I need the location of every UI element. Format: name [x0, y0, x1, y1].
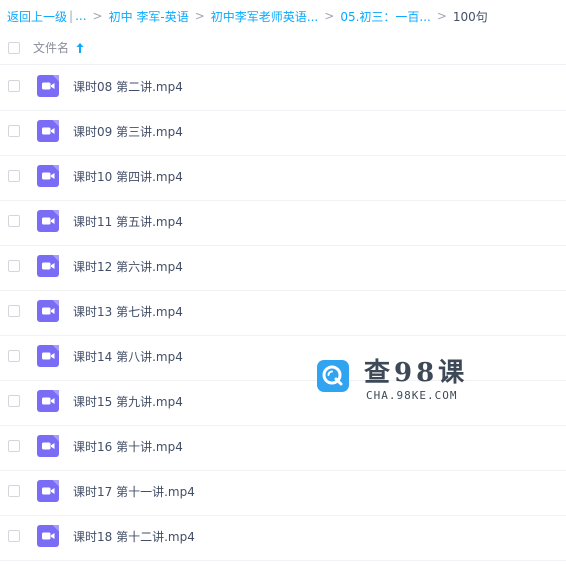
file-row[interactable]: 课时09 第三讲.mp4: [0, 110, 566, 156]
row-checkbox[interactable]: [8, 170, 20, 182]
row-checkbox[interactable]: [8, 440, 20, 452]
video-file-icon: [37, 435, 59, 457]
row-checkbox[interactable]: [8, 530, 20, 542]
row-checkbox[interactable]: [8, 485, 20, 497]
back-link[interactable]: 返回上一级: [7, 8, 67, 25]
breadcrumb-ellipsis[interactable]: ...: [75, 9, 86, 23]
breadcrumb-current: 100句: [452, 9, 488, 24]
video-file-icon: [37, 480, 59, 502]
file-name[interactable]: 课时09 第三讲.mp4: [73, 110, 183, 154]
file-row[interactable]: 课时18 第十二讲.mp4: [0, 515, 566, 561]
watermark-title: 查98课: [364, 358, 469, 388]
file-row[interactable]: 课时17 第十一讲.mp4: [0, 470, 566, 516]
column-filename-label: 文件名: [33, 41, 70, 55]
video-file-icon: [37, 75, 59, 97]
row-checkbox[interactable]: [8, 215, 20, 227]
file-row[interactable]: 课时13 第七讲.mp4: [0, 290, 566, 336]
file-name[interactable]: 课时17 第十一讲.mp4: [73, 470, 195, 514]
file-row[interactable]: 课时14 第八讲.mp4: [0, 335, 566, 381]
file-list-header: 文件名: [0, 32, 566, 65]
column-filename[interactable]: 文件名: [33, 32, 85, 64]
breadcrumb-item-2[interactable]: 初中李军老师英语...: [211, 8, 318, 25]
file-row[interactable]: 课时15 第九讲.mp4: [0, 380, 566, 426]
file-row[interactable]: 课时10 第四讲.mp4: [0, 155, 566, 201]
breadcrumb-item-1[interactable]: 初中 李军-英语: [109, 8, 189, 25]
row-checkbox[interactable]: [8, 260, 20, 272]
video-file-icon: [37, 120, 59, 142]
breadcrumb-arrow: >: [324, 9, 335, 23]
video-file-icon: [37, 525, 59, 547]
file-row[interactable]: 课时12 第六讲.mp4: [0, 245, 566, 291]
file-name[interactable]: 课时15 第九讲.mp4: [73, 380, 183, 424]
select-all-checkbox[interactable]: [8, 42, 20, 54]
video-file-icon: [37, 210, 59, 232]
breadcrumb-arrow: >: [436, 9, 447, 23]
file-name[interactable]: 课时16 第十讲.mp4: [73, 425, 183, 469]
file-name[interactable]: 课时08 第二讲.mp4: [73, 65, 183, 109]
file-row[interactable]: 课时16 第十讲.mp4: [0, 425, 566, 471]
file-name[interactable]: 课时11 第五讲.mp4: [73, 200, 183, 244]
row-checkbox[interactable]: [8, 80, 20, 92]
video-file-icon: [37, 255, 59, 277]
watermark-subtitle: CHA.98KE.COM: [366, 389, 458, 402]
file-name[interactable]: 课时14 第八讲.mp4: [73, 335, 183, 379]
row-checkbox[interactable]: [8, 350, 20, 362]
file-name[interactable]: 课时10 第四讲.mp4: [73, 155, 183, 199]
breadcrumb-divider: |: [69, 9, 74, 23]
row-checkbox[interactable]: [8, 395, 20, 407]
video-file-icon: [37, 165, 59, 187]
file-row[interactable]: 课时11 第五讲.mp4: [0, 200, 566, 246]
breadcrumb-item-3[interactable]: 05.初三：一百...: [340, 8, 431, 25]
video-file-icon: [37, 300, 59, 322]
breadcrumb-arrow: >: [194, 9, 205, 23]
watermark-logo-icon: [317, 360, 349, 392]
file-row[interactable]: 课时08 第二讲.mp4: [0, 65, 566, 111]
breadcrumb-arrow: >: [92, 9, 103, 23]
row-checkbox[interactable]: [8, 305, 20, 317]
arrow-up-icon[interactable]: [75, 42, 85, 54]
watermark: 查98课 CHA.98KE.COM: [317, 356, 467, 406]
file-name[interactable]: 课时12 第六讲.mp4: [73, 245, 183, 289]
breadcrumb: 返回上一级 | ... > 初中 李军-英语 > 初中李军老师英语... > 0…: [7, 0, 563, 32]
file-name[interactable]: 课时18 第十二讲.mp4: [73, 515, 195, 559]
video-file-icon: [37, 390, 59, 412]
row-checkbox[interactable]: [8, 125, 20, 137]
video-file-icon: [37, 345, 59, 367]
file-name[interactable]: 课时13 第七讲.mp4: [73, 290, 183, 334]
